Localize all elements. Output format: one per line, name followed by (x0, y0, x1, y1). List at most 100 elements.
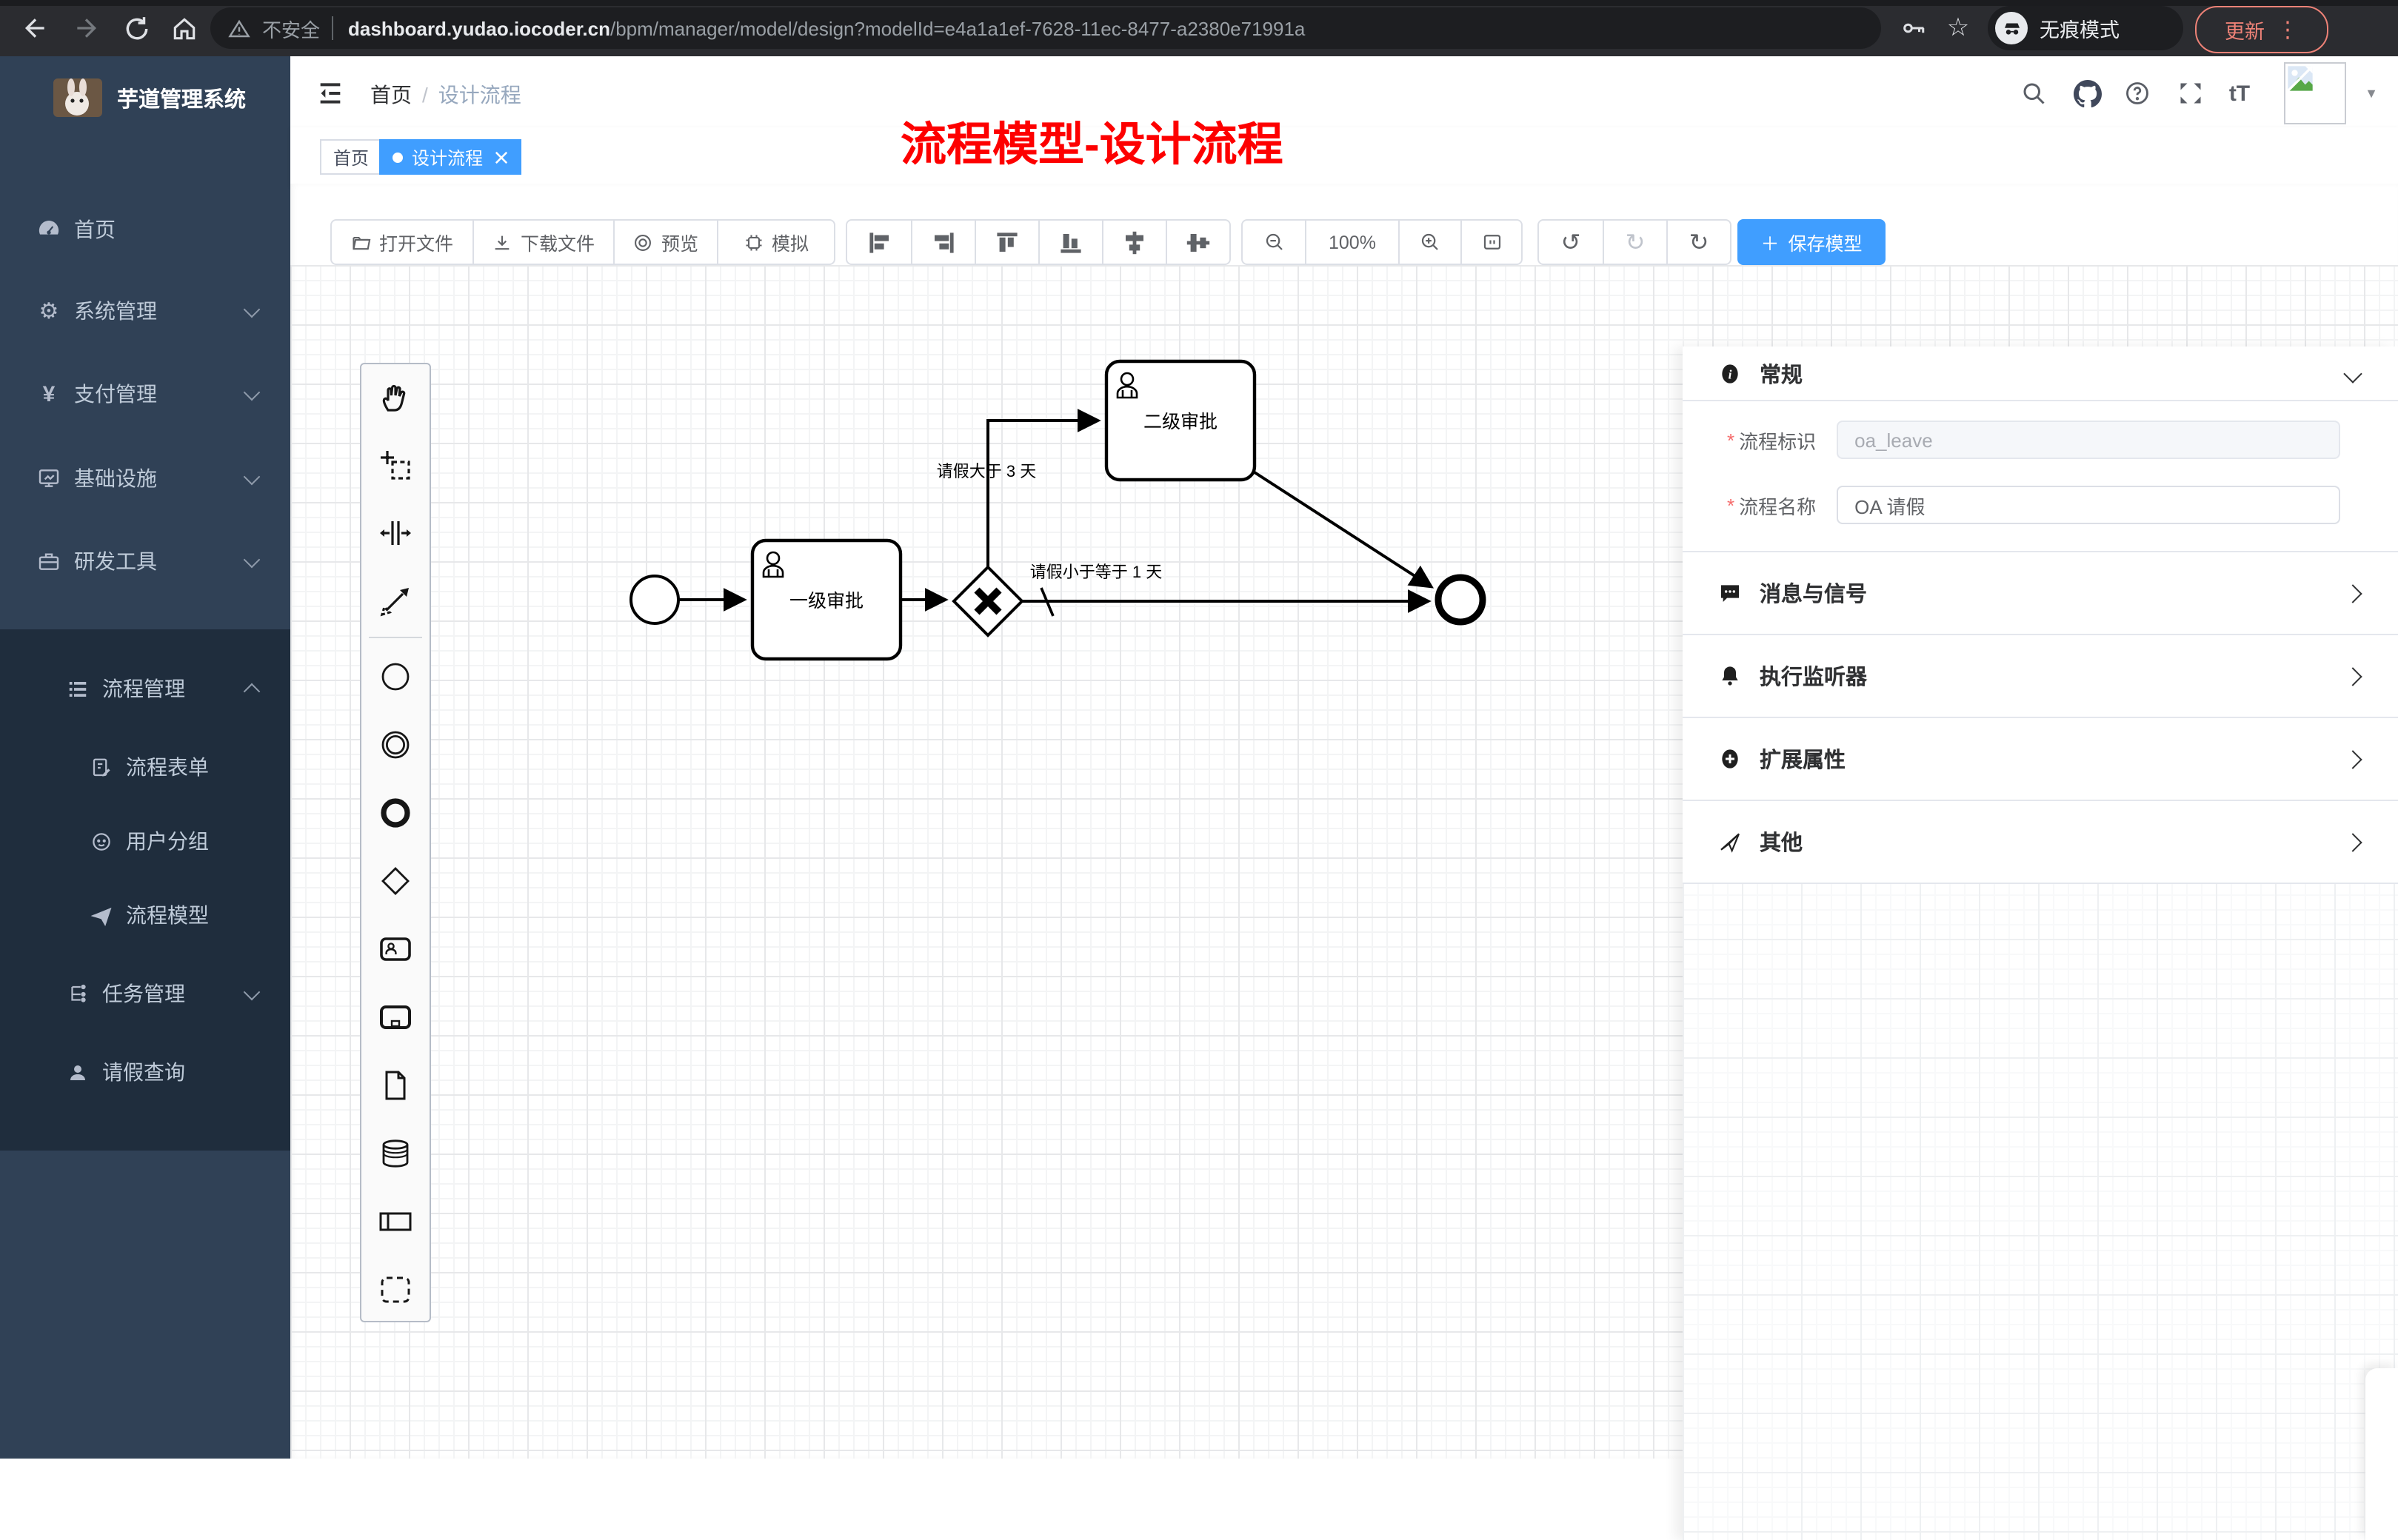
palette-space-tool[interactable] (378, 515, 413, 551)
file-button-group: 打开文件 下载文件 预览 模拟 (330, 219, 835, 265)
sidebar-item-devtools[interactable]: 研发工具 (0, 524, 290, 598)
sidebar-item-task-mgmt[interactable]: 任务管理 (0, 957, 290, 1031)
browser-home-icon[interactable] (166, 10, 201, 46)
url-separator (332, 16, 333, 40)
search-icon[interactable] (2014, 74, 2053, 113)
open-file-label: 打开文件 (379, 228, 453, 256)
screenshot-root: 不安全 dashboard.yudao.iocoder.cn/bpm/manag… (0, 0, 2398, 1459)
browser-reload-icon[interactable] (118, 10, 154, 46)
properties-panel: i 常规 * 流程标识 * 流程名称 (1683, 346, 2398, 1540)
palette-start-event[interactable] (378, 659, 413, 694)
zoom-in-button[interactable] (1398, 221, 1460, 264)
panel-section-listeners[interactable]: 执行监听器 (1683, 635, 2398, 718)
sidebar-item-payment[interactable]: ¥ 支付管理 (0, 357, 290, 431)
bpmn-canvas[interactable]: 一级审批 二级审批 请 (290, 265, 2398, 1459)
browser-forward-icon[interactable] (68, 10, 104, 46)
palette-lasso-tool[interactable] (378, 447, 413, 483)
password-key-icon[interactable] (1896, 10, 1931, 46)
avatar-caret-icon[interactable]: ▼ (2352, 74, 2391, 113)
open-file-button[interactable]: 打开文件 (332, 221, 472, 264)
undo-button[interactable]: ↺ (1539, 221, 1603, 264)
palette-gateway[interactable] (378, 863, 413, 899)
bell-icon (1718, 664, 1742, 688)
save-model-button[interactable]: ＋ 保存模型 (1737, 219, 1886, 265)
close-icon[interactable] (495, 150, 508, 164)
browser-menu-kebab-icon[interactable]: ⋮ (2277, 16, 2299, 43)
palette-hand-tool[interactable] (378, 379, 413, 415)
align-vertical-center-button[interactable] (1102, 221, 1166, 264)
zoom-out-icon (1263, 231, 1285, 253)
sidebar-item-user-group[interactable]: 用户分组 (0, 804, 290, 878)
form-edit-icon (89, 755, 113, 779)
panel-section-extensions[interactable]: 扩展属性 (1683, 718, 2398, 801)
chevron-down-icon (244, 384, 261, 401)
align-horizontal-center-button[interactable] (1166, 221, 1229, 264)
update-button[interactable]: 更新 ⋮ (2195, 6, 2328, 53)
send-icon (1718, 830, 1742, 854)
sidebar-item-process-model[interactable]: 流程模型 (0, 878, 290, 952)
flow-label-gt3[interactable]: 请假大于 3 天 (937, 462, 1036, 481)
sidebar-item-system[interactable]: ⚙ 系统管理 (0, 274, 290, 348)
sidebar-item-home[interactable]: 首页 (0, 192, 290, 267)
start-event[interactable] (631, 576, 678, 623)
palette-user-task[interactable] (378, 931, 413, 967)
url-bar[interactable]: 不安全 dashboard.yudao.iocoder.cn/bpm/manag… (210, 7, 1881, 49)
tag-bar: 首页 设计流程 (290, 127, 2398, 185)
bpmn-diagram[interactable]: 一级审批 二级审批 请 (592, 326, 1570, 711)
sidebar-item-process-mgmt[interactable]: 流程管理 (0, 652, 290, 726)
restart-button[interactable]: ↻ (1666, 221, 1730, 264)
palette-intermediate-event[interactable] (378, 727, 413, 763)
app-title: 芋道管理系统 (117, 82, 246, 113)
palette-participant-pool[interactable] (378, 1204, 413, 1239)
palette-global-connect-tool[interactable] (378, 583, 413, 619)
avatar[interactable] (2284, 62, 2346, 124)
align-right-button[interactable] (911, 221, 975, 264)
sidebar-collapse-icon[interactable] (311, 74, 350, 113)
designer-area: 打开文件 下载文件 预览 模拟 (290, 184, 2398, 1459)
sidebar-item-leave-query[interactable]: 请假查询 (0, 1035, 290, 1109)
help-icon[interactable] (2118, 74, 2157, 113)
align-left-button[interactable] (847, 221, 911, 264)
sidebar-item-infra[interactable]: 基础设施 (0, 441, 290, 515)
panel-section-other[interactable]: 其他 (1683, 801, 2398, 884)
sidebar-item-process-form[interactable]: 流程表单 (0, 730, 290, 804)
browser-back-icon[interactable] (18, 10, 53, 46)
tab-design[interactable]: 设计流程 (379, 139, 521, 175)
user-task-level2[interactable]: 二级审批 (1106, 361, 1255, 480)
fullscreen-icon[interactable] (2171, 74, 2210, 113)
flow-task2-to-end[interactable] (1255, 472, 1431, 586)
panel-section-general[interactable]: i 常规 (1683, 346, 2398, 401)
panel-section-messages[interactable]: 消息与信号 (1683, 552, 2398, 635)
palette-data-object[interactable] (378, 1068, 413, 1103)
palette-group[interactable] (378, 1272, 413, 1308)
svg-text:i: i (1729, 367, 1732, 381)
security-warning-icon[interactable] (228, 17, 250, 39)
zoom-reset-button[interactable] (1460, 221, 1521, 264)
app-logo[interactable]: 芋道管理系统 (0, 56, 290, 139)
redo-button[interactable]: ↻ (1603, 221, 1666, 264)
process-name-input[interactable] (1837, 486, 2340, 524)
user-task-level1[interactable]: 一级审批 (752, 540, 901, 659)
tab-home[interactable]: 首页 (320, 139, 382, 175)
palette-end-event[interactable] (378, 795, 413, 831)
align-top-button[interactable] (975, 221, 1038, 264)
breadcrumb-home[interactable]: 首页 (370, 83, 412, 107)
zoom-out-button[interactable] (1243, 221, 1305, 264)
palette-call-activity[interactable] (378, 1000, 413, 1035)
sidebar-item-label: 请假查询 (102, 1057, 185, 1087)
font-size-icon[interactable]: tT (2220, 74, 2259, 113)
download-file-button[interactable]: 下载文件 (472, 221, 613, 264)
incognito-badge[interactable]: 无痕模式 (1988, 6, 2183, 50)
github-icon[interactable] (2068, 74, 2106, 113)
process-key-input[interactable] (1837, 421, 2340, 459)
panel-section-label: 消息与信号 (1760, 578, 1867, 609)
exclusive-gateway[interactable] (954, 567, 1022, 635)
end-event[interactable] (1438, 578, 1483, 622)
align-bottom-button[interactable] (1038, 221, 1102, 264)
bookmark-star-icon[interactable]: ☆ (1940, 10, 1976, 46)
flow-gateway-to-task2[interactable] (988, 421, 1098, 567)
preview-button[interactable]: 预览 (613, 221, 717, 264)
flow-label-le1[interactable]: 请假小于等于 1 天 (1030, 563, 1162, 581)
palette-data-store[interactable] (378, 1136, 413, 1171)
simulate-button[interactable]: 模拟 (717, 221, 834, 264)
